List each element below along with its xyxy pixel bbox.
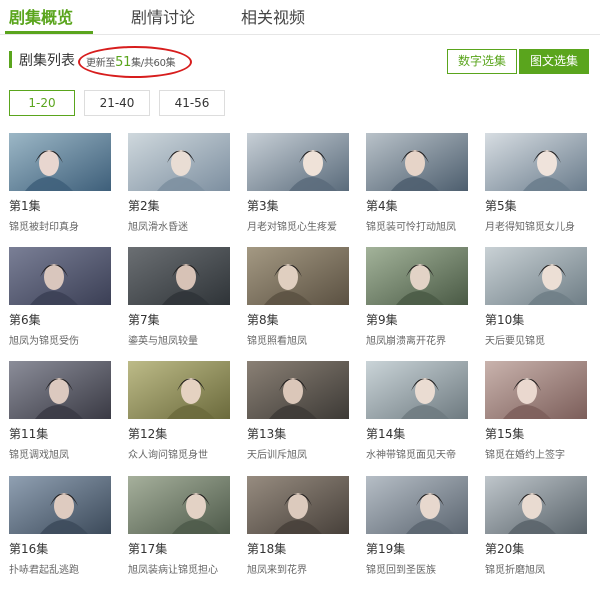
- episode-thumbnail[interactable]: [9, 247, 111, 305]
- episode-thumbnail[interactable]: [366, 247, 468, 305]
- episode-title[interactable]: 第5集: [485, 197, 517, 214]
- episode-title[interactable]: 第10集: [485, 311, 524, 328]
- episode-description[interactable]: 旭凤为锦觅受伤: [9, 332, 117, 347]
- episode-thumbnail[interactable]: [128, 476, 230, 534]
- episode-title[interactable]: 第15集: [485, 425, 524, 442]
- episode-description[interactable]: 月老对锦觅心生疼爱: [247, 218, 355, 233]
- episode-thumbnail[interactable]: [128, 133, 230, 191]
- range-button-41-56[interactable]: 41-56: [159, 90, 225, 116]
- episode-card[interactable]: 第11集 锦觅调戏旭凤: [9, 361, 111, 475]
- episode-description[interactable]: 水神带锦觅面见天帝: [366, 446, 474, 461]
- episode-card[interactable]: 第13集 天后训斥旭凤: [247, 361, 349, 475]
- episode-title[interactable]: 第8集: [247, 311, 279, 328]
- episode-title[interactable]: 第17集: [128, 540, 167, 557]
- episode-title[interactable]: 第7集: [128, 311, 160, 328]
- episode-thumbnail[interactable]: [9, 361, 111, 419]
- episode-description[interactable]: 锦觅被封印真身: [9, 218, 117, 233]
- active-tab-indicator: [5, 31, 93, 34]
- episode-description[interactable]: 众人询问锦觅身世: [128, 446, 236, 461]
- episode-description[interactable]: 锦觅装可怜打动旭凤: [366, 218, 474, 233]
- episode-title[interactable]: 第18集: [247, 540, 286, 557]
- episode-card[interactable]: 第7集 鎏英与旭凤较量: [128, 247, 230, 361]
- episode-title[interactable]: 第1集: [9, 197, 41, 214]
- episode-thumbnail[interactable]: [9, 476, 111, 534]
- episode-title[interactable]: 第14集: [366, 425, 405, 442]
- episode-description[interactable]: 旭凤装病让锦觅担心: [128, 561, 236, 576]
- tab-bar: 剧集概览 剧情讨论 相关视频: [0, 0, 600, 35]
- episode-description[interactable]: 旭凤来到花界: [247, 561, 355, 576]
- episode-thumbnail[interactable]: [247, 361, 349, 419]
- episode-thumbnail[interactable]: [9, 133, 111, 191]
- episode-title[interactable]: 第2集: [128, 197, 160, 214]
- episode-thumbnail[interactable]: [366, 133, 468, 191]
- episode-description[interactable]: 鎏英与旭凤较量: [128, 332, 236, 347]
- episode-card[interactable]: 第5集 月老得知锦觅女儿身: [485, 133, 587, 247]
- episode-title[interactable]: 第9集: [366, 311, 398, 328]
- episode-thumbnail[interactable]: [485, 476, 587, 534]
- episode-thumbnail[interactable]: [485, 361, 587, 419]
- episode-description[interactable]: 天后训斥旭凤: [247, 446, 355, 461]
- episode-thumbnail[interactable]: [485, 247, 587, 305]
- episode-description[interactable]: 天后要见锦觅: [485, 332, 593, 347]
- episode-grid: 第1集 锦觅被封印真身 第2集 旭凤滑水昏迷 第3集 月老对锦觅心生疼爱 第4集 锦觅装可怜打…: [9, 133, 589, 583]
- episode-title[interactable]: 第4集: [366, 197, 398, 214]
- episode-card[interactable]: 第2集 旭凤滑水昏迷: [128, 133, 230, 247]
- episode-description[interactable]: 旭凤滑水昏迷: [128, 218, 236, 233]
- tab-discussion[interactable]: 剧情讨论: [131, 4, 195, 28]
- episode-card[interactable]: 第9集 旭凤崩溃离开花界: [366, 247, 468, 361]
- episode-thumbnail[interactable]: [247, 133, 349, 191]
- episode-card[interactable]: 第16集 扑哧君起乱逃跑: [9, 476, 111, 590]
- episode-description[interactable]: 锦觅调戏旭凤: [9, 446, 117, 461]
- annotation-circle: [78, 46, 192, 78]
- episode-thumbnail[interactable]: [485, 133, 587, 191]
- episode-card[interactable]: 第10集 天后要见锦觅: [485, 247, 587, 361]
- episode-thumbnail[interactable]: [128, 361, 230, 419]
- episode-title[interactable]: 第3集: [247, 197, 279, 214]
- range-button-21-40[interactable]: 21-40: [84, 90, 150, 116]
- episode-card[interactable]: 第18集 旭凤来到花界: [247, 476, 349, 590]
- episode-description[interactable]: 扑哧君起乱逃跑: [9, 561, 117, 576]
- image-select-button[interactable]: 图文选集: [519, 49, 589, 74]
- episode-card[interactable]: 第3集 月老对锦觅心生疼爱: [247, 133, 349, 247]
- episode-card[interactable]: 第19集 锦觅回到圣医族: [366, 476, 468, 590]
- episode-description[interactable]: 锦觅回到圣医族: [366, 561, 474, 576]
- episode-title[interactable]: 第6集: [9, 311, 41, 328]
- episode-card[interactable]: 第20集 锦觅折磨旭凤: [485, 476, 587, 590]
- episode-card[interactable]: 第17集 旭凤装病让锦觅担心: [128, 476, 230, 590]
- range-button-1-20[interactable]: 1-20: [9, 90, 75, 116]
- episode-list-title: 剧集列表: [19, 53, 75, 69]
- episode-description[interactable]: 月老得知锦觅女儿身: [485, 218, 593, 233]
- episode-description[interactable]: 锦觅折磨旭凤: [485, 561, 593, 576]
- episode-card[interactable]: 第15集 锦觅在婚约上签字: [485, 361, 587, 475]
- episode-card[interactable]: 第4集 锦觅装可怜打动旭凤: [366, 133, 468, 247]
- episode-description[interactable]: 锦觅照看旭凤: [247, 332, 355, 347]
- episode-description[interactable]: 旭凤崩溃离开花界: [366, 332, 474, 347]
- episode-card[interactable]: 第6集 旭凤为锦觅受伤: [9, 247, 111, 361]
- episode-thumbnail[interactable]: [128, 247, 230, 305]
- episode-card[interactable]: 第1集 锦觅被封印真身: [9, 133, 111, 247]
- episode-title[interactable]: 第16集: [9, 540, 48, 557]
- section-accent-bar: [9, 51, 12, 68]
- episode-title[interactable]: 第13集: [247, 425, 286, 442]
- episode-card[interactable]: 第8集 锦觅照看旭凤: [247, 247, 349, 361]
- episode-title[interactable]: 第19集: [366, 540, 405, 557]
- episode-description[interactable]: 锦觅在婚约上签字: [485, 446, 593, 461]
- episode-title[interactable]: 第11集: [9, 425, 48, 442]
- episode-thumbnail[interactable]: [247, 476, 349, 534]
- tab-overview[interactable]: 剧集概览: [9, 4, 73, 28]
- episode-thumbnail[interactable]: [366, 476, 468, 534]
- episode-card[interactable]: 第14集 水神带锦觅面见天帝: [366, 361, 468, 475]
- numeric-select-button[interactable]: 数字选集: [447, 49, 517, 74]
- episode-title[interactable]: 第12集: [128, 425, 167, 442]
- episode-title[interactable]: 第20集: [485, 540, 524, 557]
- tab-related-videos[interactable]: 相关视频: [241, 4, 305, 28]
- episode-card[interactable]: 第12集 众人询问锦觅身世: [128, 361, 230, 475]
- episode-thumbnail[interactable]: [247, 247, 349, 305]
- episode-thumbnail[interactable]: [366, 361, 468, 419]
